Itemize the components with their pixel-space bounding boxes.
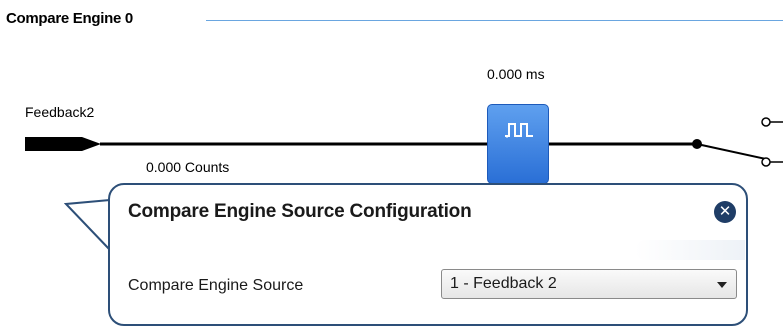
popup-title: Compare Engine Source Configuration bbox=[128, 201, 472, 222]
timing-label: 0.000 ms bbox=[487, 66, 545, 82]
source-select[interactable]: 1 - Feedback 2 bbox=[441, 269, 737, 299]
input-arrow-icon bbox=[25, 137, 101, 151]
decorative-arrow bbox=[635, 240, 745, 260]
switch-contact-bottom bbox=[761, 157, 771, 167]
callout-pointer bbox=[64, 199, 114, 252]
switch-contact-top bbox=[761, 117, 771, 127]
pulse-train-icon bbox=[505, 123, 533, 138]
pulse-block-button[interactable] bbox=[487, 104, 549, 184]
input-label: Feedback2 bbox=[25, 104, 95, 120]
source-select-value: 1 - Feedback 2 bbox=[450, 275, 557, 292]
close-icon[interactable]: ✕ bbox=[714, 201, 736, 223]
switch-arm bbox=[696, 143, 767, 160]
source-config-popup: Compare Engine Source Configuration ✕ Co… bbox=[108, 183, 748, 326]
source-field-label: Compare Engine Source bbox=[128, 277, 304, 294]
counts-label: 0.000 Counts bbox=[146, 159, 230, 175]
chevron-down-icon bbox=[717, 282, 727, 288]
